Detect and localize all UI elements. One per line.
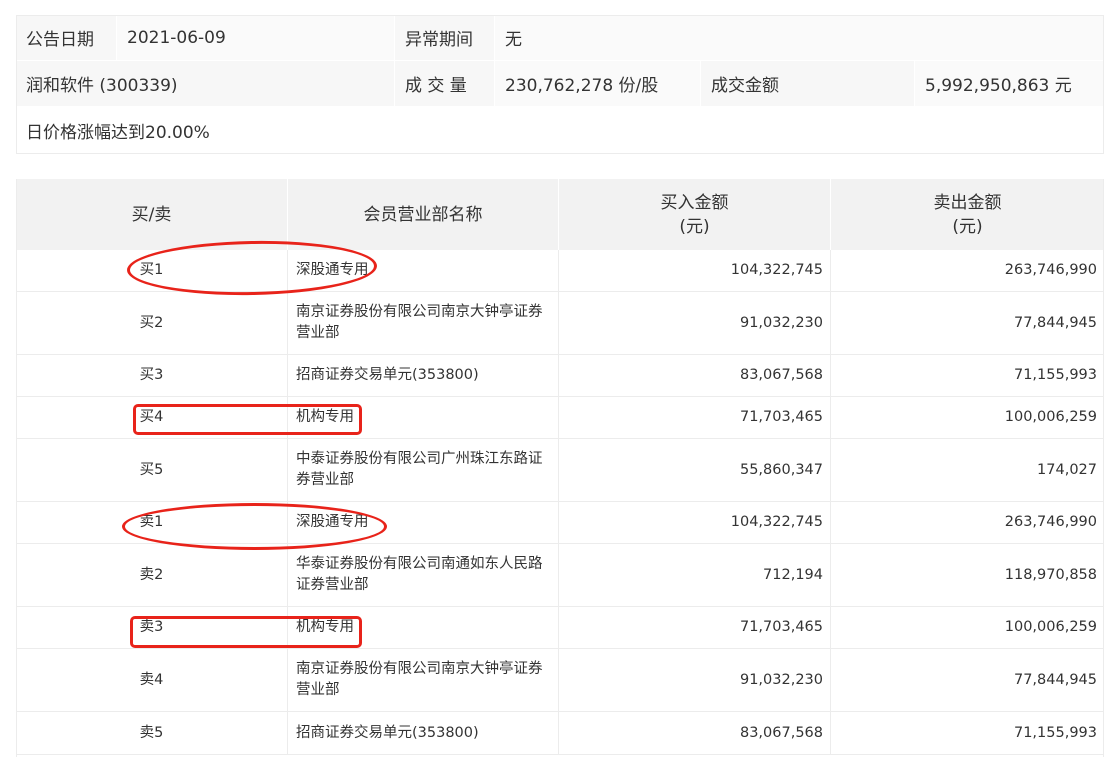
row-broker-name: 机构专用 [288, 397, 559, 438]
table-row: 买3 招商证券交易单元(353800) 83,067,568 71,155,993 [16, 355, 1104, 397]
row-sell-amount: 100,006,259 [1004, 619, 1097, 635]
row-sell-amount: 77,844,945 [1013, 671, 1097, 688]
row-broker-name: 南京证券股份有限公司南京大钟亭证券营业部 [288, 649, 559, 711]
row-buy-amount: 71,703,465 [559, 397, 831, 438]
table-row: 买4 机构专用 71,703,465 100,006,259 [16, 397, 1104, 439]
row-buy-amount: 91,032,230 [559, 649, 831, 711]
table-row: 卖1 深股通专用 104,322,745 263,746,990 [16, 502, 1104, 544]
header-buy-unit: (元) [679, 216, 710, 237]
row-side: 买1 [16, 250, 288, 291]
row-broker-name: 中泰证券股份有限公司广州珠江东路证券营业部 [288, 439, 559, 501]
header-side: 买/卖 [16, 179, 288, 250]
row-sell-amount: 263,746,990 [1004, 262, 1097, 278]
row-buy-amount: 104,322,745 [559, 502, 831, 543]
row-sell-amount: 77,844,945 [1013, 314, 1097, 331]
row-broker-name: 华泰证券股份有限公司南通如东人民路证券营业部 [288, 544, 559, 606]
abnormal-value: 无 [495, 15, 1104, 61]
stock-name: 润和软件 (300339) [16, 61, 395, 107]
header-sell-amount: 卖出金额 (元) [831, 179, 1104, 250]
reason-text: 日价格涨幅达到20.00% [16, 107, 1104, 154]
date-value: 2021-06-09 [117, 15, 395, 61]
row-side: 卖5 [16, 712, 288, 754]
abnormal-label: 异常期间 [395, 15, 495, 61]
row-sell-amount: 263,746,990 [1004, 514, 1097, 530]
row-broker-name: 深股通专用 [288, 250, 559, 291]
stock-info-table: 公告日期 2021-06-09 异常期间 无 润和软件 (300339) 成 交… [16, 15, 1104, 154]
table-row: 卖3 机构专用 71,703,465 100,006,259 [16, 607, 1104, 649]
row-side: 卖1 [16, 502, 288, 543]
volume-value: 230,762,278 份/股 [495, 61, 701, 107]
row-buy-amount: 71,703,465 [559, 607, 831, 648]
trade-detail-table: 买/卖 会员营业部名称 买入金额 (元) 卖出金额 (元) 买1 深股通专用 104… [16, 179, 1104, 757]
row-broker-name: 南京证券股份有限公司南京大钟亭证券营业部 [288, 292, 559, 354]
info-row-reason: 日价格涨幅达到20.00% [16, 107, 1104, 154]
table-row: 卖2 华泰证券股份有限公司南通如东人民路证券营业部 712,194 118,970,8… [16, 544, 1104, 607]
row-buy-amount: 712,194 [559, 544, 831, 606]
row-sell-amount: 100,006,259 [1004, 409, 1097, 425]
volume-label: 成 交 量 [395, 61, 495, 107]
header-broker: 会员营业部名称 [288, 179, 559, 250]
header-broker-label: 会员营业部名称 [363, 204, 483, 225]
row-side: 卖3 [16, 607, 288, 648]
table-row: 卖4 南京证券股份有限公司南京大钟亭证券营业部 91,032,230 77,844,9… [16, 649, 1104, 712]
row-buy-amount: 83,067,568 [559, 355, 831, 396]
amount-label: 成交金额 [701, 61, 915, 107]
row-sell-amount: 174,027 [1037, 461, 1097, 478]
amount-value: 5,992,950,863 元 [915, 61, 1104, 107]
row-buy-amount: 83,067,568 [559, 712, 831, 754]
row-broker-name: 招商证券交易单元(353800) [288, 355, 559, 396]
table-row: 卖5 招商证券交易单元(353800) 83,067,568 71,155,993 [16, 712, 1104, 755]
row-side: 卖2 [16, 544, 288, 606]
row-side: 买4 [16, 397, 288, 438]
row-broker-name: 机构专用 [288, 607, 559, 648]
row-broker-name: 深股通专用 [288, 502, 559, 543]
header-side-label: 买/卖 [131, 204, 172, 225]
header-buy-amount: 买入金额 (元) [559, 179, 831, 250]
row-side: 卖4 [16, 649, 288, 711]
row-side: 买3 [16, 355, 288, 396]
row-broker-name: 招商证券交易单元(353800) [288, 712, 559, 754]
header-sell-label: 卖出金额 [933, 192, 1002, 213]
table-row: 买1 深股通专用 104,322,745 263,746,990 [16, 250, 1104, 292]
table-row: 买5 中泰证券股份有限公司广州珠江东路证券营业部 55,860,347 174,027 [16, 439, 1104, 502]
row-side: 买2 [16, 292, 288, 354]
row-side: 买5 [16, 439, 288, 501]
row-buy-amount: 104,322,745 [559, 250, 831, 291]
table-row: 买2 南京证券股份有限公司南京大钟亭证券营业部 91,032,230 77,844,9… [16, 292, 1104, 355]
row-sell-amount: 71,155,993 [1013, 367, 1097, 383]
info-row-volume: 润和软件 (300339) 成 交 量 230,762,278 份/股 成交金额… [16, 61, 1104, 107]
header-sell-unit: (元) [952, 216, 983, 237]
row-sell-amount: 71,155,993 [1013, 724, 1097, 741]
row-buy-amount: 55,860,347 [559, 439, 831, 501]
date-label: 公告日期 [16, 15, 117, 61]
header-buy-label: 买入金额 [660, 192, 729, 213]
row-sell-amount: 118,970,858 [1004, 566, 1097, 583]
info-row-date: 公告日期 2021-06-09 异常期间 无 [16, 15, 1104, 61]
table-header: 买/卖 会员营业部名称 买入金额 (元) 卖出金额 (元) [16, 179, 1104, 250]
row-buy-amount: 91,032,230 [559, 292, 831, 354]
